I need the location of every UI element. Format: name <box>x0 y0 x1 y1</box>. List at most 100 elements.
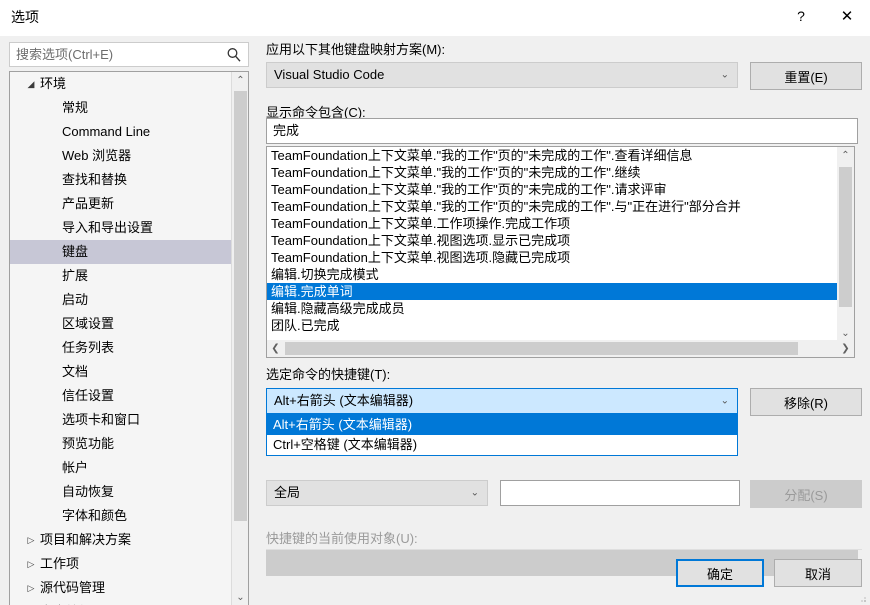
help-icon[interactable]: ? <box>778 0 824 32</box>
shortcut-combo[interactable]: Alt+右箭头 (文本编辑器) ⌄ <box>266 388 738 414</box>
sidebar-item-6[interactable]: 导入和导出设置 <box>10 216 232 240</box>
sidebar-item-label: Web 浏览器 <box>62 148 132 163</box>
assign-button[interactable]: 分配(S) <box>750 480 862 508</box>
used-by-combo: ⌄ <box>266 550 858 576</box>
tree-scrollbar[interactable]: ⌃ ⌄ <box>231 72 248 605</box>
sidebar-item-20[interactable]: ▷ 工作项 <box>10 552 232 576</box>
sidebar-item-15[interactable]: 预览功能 <box>10 432 232 456</box>
sidebar-item-label: Command Line <box>62 124 151 139</box>
remove-button-label: 移除(R) <box>783 395 829 411</box>
command-list-hscrollbar[interactable]: ❮ ❯ <box>267 340 854 357</box>
sidebar-item-label: 选项卡和窗口 <box>62 412 141 427</box>
search-input[interactable]: 搜索选项(Ctrl+E) <box>9 42 249 67</box>
sidebar-item-label: 工作项 <box>40 556 80 571</box>
twisty-collapsed-icon[interactable]: ▷ <box>24 600 38 605</box>
command-scrollbar-thumb[interactable] <box>839 167 852 307</box>
command-list-items: TeamFoundation上下文菜单."我的工作"页的"未完成的工作".查看详… <box>267 147 837 341</box>
filter-input[interactable]: 完成 <box>266 118 858 144</box>
twisty-collapsed-icon[interactable]: ▷ <box>24 552 38 576</box>
sidebar-item-label: 自动恢复 <box>62 484 115 499</box>
sidebar-item-label: 预览功能 <box>62 436 115 451</box>
sidebar-item-label: 信任设置 <box>62 388 115 403</box>
sidebar-item-5[interactable]: 产品更新 <box>10 192 232 216</box>
sidebar-item-8[interactable]: 扩展 <box>10 264 232 288</box>
sidebar-item-14[interactable]: 选项卡和窗口 <box>10 408 232 432</box>
command-list-item[interactable]: 编辑.完成单词 <box>267 283 837 300</box>
command-scroll-left-icon[interactable]: ❮ <box>267 340 284 357</box>
command-scroll-up-icon[interactable]: ⌃ <box>837 147 854 164</box>
shortcut-dropdown-option[interactable]: Ctrl+空格键 (文本编辑器) <box>267 435 737 455</box>
twisty-collapsed-icon[interactable]: ▷ <box>24 576 38 600</box>
options-tree[interactable]: ◢ 环境常规 Command Line Web 浏览器查找和替换产品更新导入和导出设置… <box>9 71 249 605</box>
twisty-collapsed-icon[interactable]: ▷ <box>24 528 38 552</box>
sidebar-item-2[interactable]: Command Line <box>10 120 232 144</box>
command-list-item[interactable]: TeamFoundation上下文菜单."我的工作"页的"未完成的工作".查看详… <box>267 147 837 164</box>
filter-value: 完成 <box>273 123 300 138</box>
tree-scrollbar-thumb[interactable] <box>234 91 247 521</box>
close-glyph: ✕ <box>840 8 854 25</box>
search-placeholder: 搜索选项(Ctrl+E) <box>16 47 114 62</box>
page-title: 选项 <box>11 9 39 25</box>
twisty-expanded-icon[interactable]: ◢ <box>24 72 38 96</box>
tree-item-list: ◢ 环境常规 Command Line Web 浏览器查找和替换产品更新导入和导出设置… <box>10 72 232 605</box>
shortcut-dropdown-popup[interactable]: Alt+右箭头 (文本编辑器) Ctrl+空格键 (文本编辑器) <box>266 414 738 456</box>
close-icon[interactable]: ✕ <box>824 0 870 32</box>
chevron-down-icon: ⌄ <box>720 69 729 81</box>
shortcuts-label: 选定命令的快捷键(T): <box>266 367 391 382</box>
shortcut-combo-value: Alt+右箭头 (文本编辑器) <box>274 393 414 408</box>
sidebar-item-label: 常规 <box>62 100 89 115</box>
sidebar-item-1[interactable]: 常规 <box>10 96 232 120</box>
mapping-scheme-combo[interactable]: Visual Studio Code ⌄ <box>266 62 738 88</box>
sidebar-item-4[interactable]: 查找和替换 <box>10 168 232 192</box>
remove-button[interactable]: 移除(R) <box>750 388 862 416</box>
press-shortcut-input[interactable] <box>500 480 740 506</box>
sidebar-item-19[interactable]: ▷ 项目和解决方案 <box>10 528 232 552</box>
sidebar-item-label: 产品更新 <box>62 196 115 211</box>
command-list-item[interactable]: TeamFoundation上下文菜单."我的工作"页的"未完成的工作".请求评… <box>267 181 837 198</box>
resize-gripper-icon[interactable] <box>857 593 867 603</box>
footer-separator <box>266 549 862 550</box>
sidebar-item-21[interactable]: ▷ 源代码管理 <box>10 576 232 600</box>
command-list-item[interactable]: 编辑.切换完成模式 <box>267 266 837 283</box>
title-bar: 选项 ? ✕ <box>0 0 870 36</box>
sidebar-item-0[interactable]: ◢ 环境 <box>10 72 232 96</box>
sidebar-item-22[interactable]: ▷文本编辑器 <box>10 600 232 605</box>
tree-scroll-down-icon[interactable]: ⌄ <box>232 589 248 605</box>
sidebar-item-13[interactable]: 信任设置 <box>10 384 232 408</box>
sidebar-item-label: 启动 <box>62 292 89 307</box>
sidebar-item-7[interactable]: 键盘 <box>10 240 232 264</box>
shortcut-dropdown-option[interactable]: Alt+右箭头 (文本编辑器) <box>267 415 737 435</box>
reset-button-label: 重置(E) <box>784 69 828 85</box>
cancel-button-label: 取消 <box>804 566 831 582</box>
sidebar-item-label: 字体和颜色 <box>62 508 128 523</box>
command-hscrollbar-thumb[interactable] <box>285 342 798 355</box>
sidebar-item-label: 导入和导出设置 <box>62 220 154 235</box>
command-list-item[interactable]: 编辑.隐藏高级完成成员 <box>267 300 837 317</box>
cancel-button[interactable]: 取消 <box>774 559 862 587</box>
sidebar-item-17[interactable]: 自动恢复 <box>10 480 232 504</box>
sidebar-item-3[interactable]: Web 浏览器 <box>10 144 232 168</box>
command-scroll-right-icon[interactable]: ❯ <box>837 340 854 357</box>
sidebar-item-9[interactable]: 启动 <box>10 288 232 312</box>
command-list-item[interactable]: TeamFoundation上下文菜单.视图选项.显示已完成项 <box>267 232 837 249</box>
sidebar-item-label: 文档 <box>62 364 89 379</box>
command-list-item[interactable]: TeamFoundation上下文菜单.视图选项.隐藏已完成项 <box>267 249 837 266</box>
command-list-item[interactable]: TeamFoundation上下文菜单."我的工作"页的"未完成的工作".与"正… <box>267 198 837 215</box>
sidebar-item-16[interactable]: 帐户 <box>10 456 232 480</box>
tree-scroll-up-icon[interactable]: ⌃ <box>232 72 248 89</box>
command-list-vscrollbar[interactable]: ⌃ ⌄ <box>837 147 854 342</box>
reset-button[interactable]: 重置(E) <box>750 62 862 90</box>
chevron-up-glyph: ⌃ <box>236 75 245 86</box>
command-list-item[interactable]: TeamFoundation上下文菜单.工作项操作.完成工作项 <box>267 215 837 232</box>
scope-combo[interactable]: 全局 ⌄ <box>266 480 488 506</box>
sidebar-item-18[interactable]: 字体和颜色 <box>10 504 232 528</box>
sidebar-item-label: 区域设置 <box>62 316 115 331</box>
ok-button[interactable]: 确定 <box>676 559 764 587</box>
command-list-item[interactable]: TeamFoundation上下文菜单."我的工作"页的"未完成的工作".继续 <box>267 164 837 181</box>
sidebar-item-10[interactable]: 区域设置 <box>10 312 232 336</box>
sidebar-item-label: 任务列表 <box>62 340 115 355</box>
command-list-item[interactable]: 团队.已完成 <box>267 317 837 334</box>
sidebar-item-11[interactable]: 任务列表 <box>10 336 232 360</box>
sidebar-item-12[interactable]: 文档 <box>10 360 232 384</box>
command-listbox[interactable]: TeamFoundation上下文菜单."我的工作"页的"未完成的工作".查看详… <box>266 146 855 358</box>
